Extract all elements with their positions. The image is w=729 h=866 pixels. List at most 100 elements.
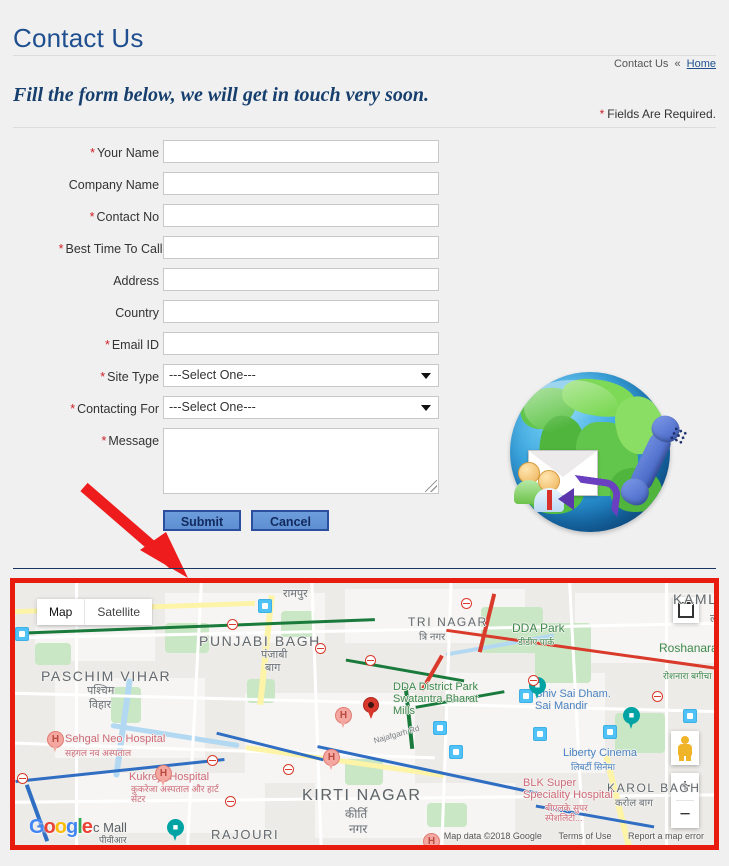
- map-label-tri-nagar: TRI NAGAR: [408, 615, 488, 629]
- required-star-icon: *: [100, 370, 106, 384]
- map-icon-transit[interactable]: [433, 721, 447, 735]
- map-marker-mall[interactable]: ■: [167, 819, 184, 842]
- breadcrumb-home-link[interactable]: Home: [687, 58, 716, 70]
- map-icon-transit[interactable]: [258, 599, 272, 613]
- map-label-karol-bagh: KAROL BAGH: [607, 781, 701, 795]
- map-label-pvr-mall-hindi: पीवीआर: [99, 835, 127, 845]
- label-message: * Message :: [101, 434, 166, 448]
- map-marker-hospital[interactable]: H: [335, 707, 352, 729]
- chevron-down-icon: [421, 373, 431, 379]
- input-best-time-to-call[interactable]: [163, 236, 439, 259]
- label-text: Site Type :: [107, 370, 166, 384]
- required-fields-note: * Fields Are Required.: [600, 107, 716, 121]
- form-row-contacting-for: * Contacting For : ---Select One---: [0, 396, 460, 428]
- attribution-terms-of-use[interactable]: Terms of Use: [558, 831, 611, 841]
- input-your-name[interactable]: [163, 140, 439, 163]
- label-address: Address :: [113, 274, 166, 288]
- map-label-roshanara-garden: Roshanara Garden: [659, 641, 714, 655]
- map-label-rampur-hindi: रामपुर: [283, 588, 308, 600]
- required-star-icon: *: [101, 434, 107, 448]
- map-marker-main[interactable]: [363, 697, 379, 720]
- map-icon-transit[interactable]: [533, 727, 547, 741]
- map-highlight-frame: Map Satellite + − PASCHIM VIHAR पश्चिम व…: [10, 578, 719, 850]
- resize-handle-icon[interactable]: [425, 480, 437, 492]
- google-logo[interactable]: Google: [29, 816, 93, 839]
- map-label-sehgal-neo-hospital: Sehgal Neo Hospital: [65, 733, 166, 745]
- label-email-id: * Email ID :: [105, 338, 166, 352]
- select-contacting-for[interactable]: ---Select One---: [163, 396, 439, 419]
- input-company-name[interactable]: [163, 172, 439, 195]
- attribution-map-data: Map data ©2018 Google: [443, 831, 542, 841]
- required-star-icon: *: [104, 338, 110, 352]
- google-map[interactable]: Map Satellite + − PASCHIM VIHAR पश्चिम व…: [15, 583, 714, 845]
- zoom-out-button[interactable]: −: [671, 801, 699, 828]
- input-country[interactable]: [163, 300, 439, 323]
- map-icon-restriction: [207, 755, 218, 766]
- breadcrumb-current: Contact Us: [613, 58, 669, 70]
- map-label-paschim-vihar: PASCHIM VIHAR: [41, 668, 172, 684]
- google-logo-e: e: [81, 816, 93, 838]
- input-address[interactable]: [163, 268, 439, 291]
- form-row-address: Address :: [0, 268, 460, 300]
- label-site-type: * Site Type :: [100, 370, 166, 384]
- cancel-button[interactable]: Cancel: [251, 510, 330, 531]
- map-label-kamla-hindi: ला: [710, 611, 714, 626]
- label-text: Contacting For :: [77, 402, 166, 416]
- form-row-message: * Message :: [0, 428, 460, 506]
- map-icon-restriction: [227, 619, 238, 630]
- attribution-report-error[interactable]: Report a map error: [628, 831, 704, 841]
- map-icon-restriction: [17, 773, 28, 784]
- select-site-type[interactable]: ---Select One---: [163, 364, 439, 387]
- contact-form: * Your Name : Company Name : * Contact No …: [0, 140, 460, 531]
- map-label-punjabi-bagh-hindi2: बाग: [265, 662, 281, 674]
- required-note-text: Fields Are Required.: [607, 107, 716, 121]
- form-row-site-type: * Site Type : ---Select One---: [0, 364, 460, 396]
- title-divider: [13, 55, 716, 56]
- map-label-kukreja-hospital-hindi: कुकरेजा अस्पताल और हार्ट सेंटर: [131, 784, 219, 804]
- form-subtitle: Fill the form below, we will get in touc…: [13, 84, 429, 106]
- google-logo-g2: g: [66, 816, 78, 838]
- required-star-icon: *: [90, 146, 95, 160]
- map-marker-hospital[interactable]: H: [155, 765, 172, 787]
- form-row-email-id: * Email ID :: [0, 332, 460, 364]
- map-icon-transit[interactable]: [603, 725, 617, 739]
- map-label-liberty-cinema-hindi: लिबर्टी सिनेमा: [571, 762, 616, 772]
- form-row-contact-no: * Contact No :: [0, 204, 460, 236]
- google-logo-o2: o: [54, 816, 67, 838]
- map-marker-hospital[interactable]: H: [323, 749, 340, 771]
- map-label-punjabi-bagh: PUNJABI BAGH: [199, 633, 321, 649]
- map-label-kirti-nagar-hindi2: नगर: [349, 822, 368, 836]
- map-section-divider: [13, 568, 716, 569]
- breadcrumb-separator-icon: «: [674, 58, 681, 70]
- input-contact-no[interactable]: [163, 204, 439, 227]
- map-label-blk-hospital-hindi: बीएलके सुपर स्पेशलिटी...: [545, 803, 588, 823]
- map-type-satellite-button[interactable]: Satellite: [85, 599, 152, 625]
- select-site-type-value: ---Select One---: [169, 368, 256, 382]
- map-label-blk-hospital: BLK Super Speciality Hospital: [523, 777, 613, 801]
- required-star-icon: *: [58, 242, 64, 256]
- map-attribution: Map data ©2018 Google Terms of Use Repor…: [430, 831, 704, 841]
- map-icon-restriction: [652, 691, 663, 702]
- form-row-country: Country :: [0, 300, 460, 332]
- map-label-rajouri: RAJOURI: [211, 827, 280, 842]
- map-marker-cinema[interactable]: ■: [623, 707, 640, 730]
- map-icon-restriction: [225, 796, 236, 807]
- map-label-shiv-sai-dham: Shiv Sai Dham. Sai Mandir: [535, 688, 611, 712]
- select-contacting-for-value: ---Select One---: [169, 400, 256, 414]
- map-type-map-button[interactable]: Map: [37, 599, 84, 625]
- label-text: Your Name :: [96, 146, 166, 160]
- label-country: Country :: [115, 306, 166, 320]
- map-label-kirti-nagar: KIRTI NAGAR: [302, 787, 422, 804]
- breadcrumb: Contact Us « Home: [614, 58, 716, 70]
- map-marker-hospital[interactable]: H: [47, 731, 64, 753]
- map-type-switch[interactable]: Map Satellite: [37, 599, 153, 625]
- map-icon-transit[interactable]: [449, 745, 463, 759]
- google-logo-g1: G: [29, 816, 45, 838]
- map-icon-transit[interactable]: [15, 627, 29, 641]
- chevron-down-icon: [421, 405, 431, 411]
- globe-contact-illustration: [492, 366, 688, 544]
- map-icon-transit[interactable]: [683, 709, 697, 723]
- street-view-pegman-icon[interactable]: [671, 731, 699, 765]
- label-text: Message :: [108, 434, 166, 448]
- input-email-id[interactable]: [163, 332, 439, 355]
